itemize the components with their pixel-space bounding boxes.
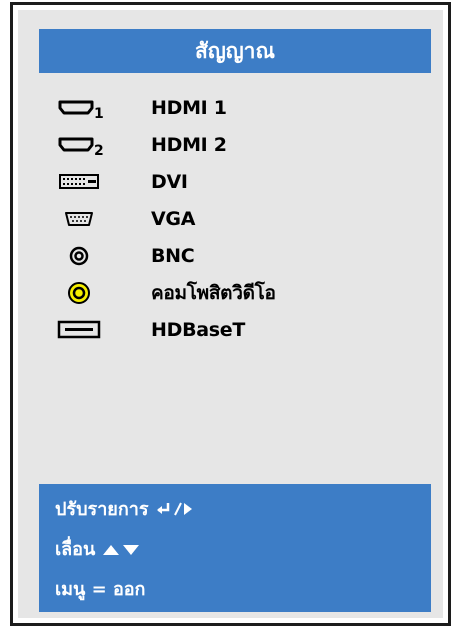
source-item-hdbaset[interactable]: HDBaseT: [39, 311, 431, 348]
help-move-label: เลื่อน: [55, 539, 96, 560]
help-menu-label: เมนู = ออก: [55, 579, 146, 600]
source-item-hdmi-1[interactable]: 1 HDMI 1: [39, 89, 431, 126]
vga-port-icon: [39, 200, 119, 237]
source-list: 1 HDMI 1 2 HDMI 2 DVI VGA BNC คอมโพสิตวิ…: [39, 89, 431, 348]
up-down-arrows-icon: [101, 541, 141, 557]
hdmi-1-subscript: 1: [94, 106, 104, 120]
source-item-bnc[interactable]: BNC: [39, 237, 431, 274]
help-bar: ปรับรายการ เลื่อน เมนู = ออก: [39, 484, 431, 612]
composite-video-port-icon: [39, 274, 119, 311]
source-label: VGA: [151, 207, 196, 230]
dvi-port-icon: [39, 163, 119, 200]
source-label: HDMI 2: [151, 133, 227, 156]
help-adjust: ปรับรายการ: [55, 494, 195, 523]
hdbaset-port-icon: [39, 311, 119, 348]
source-label: DVI: [151, 170, 188, 193]
hdmi-1-port-icon: 1: [39, 89, 119, 126]
help-move: เลื่อน: [55, 534, 141, 563]
hdmi-2-subscript: 2: [94, 143, 104, 157]
source-item-vga[interactable]: VGA: [39, 200, 431, 237]
source-label: HDBaseT: [151, 318, 246, 341]
help-menu: เมนู = ออก: [55, 574, 145, 603]
enter-right-icon: [155, 500, 195, 518]
menu-title-bar: สัญญาณ: [39, 29, 431, 73]
source-item-composite-video[interactable]: คอมโพสิตวิดีโอ: [39, 274, 431, 311]
source-item-hdmi-2[interactable]: 2 HDMI 2: [39, 126, 431, 163]
source-label: BNC: [151, 244, 195, 267]
source-label: คอมโพสิตวิดีโอ: [151, 281, 276, 304]
source-menu-panel: สัญญาณ 1 HDMI 1 2 HDMI 2 DVI VGA BNC คอม…: [10, 2, 451, 626]
help-adjust-label: ปรับรายการ: [55, 499, 149, 520]
source-item-dvi[interactable]: DVI: [39, 163, 431, 200]
source-label: HDMI 1: [151, 96, 227, 119]
bnc-port-icon: [39, 237, 119, 274]
hdmi-2-port-icon: 2: [39, 126, 119, 163]
menu-title: สัญญาณ: [195, 38, 275, 63]
